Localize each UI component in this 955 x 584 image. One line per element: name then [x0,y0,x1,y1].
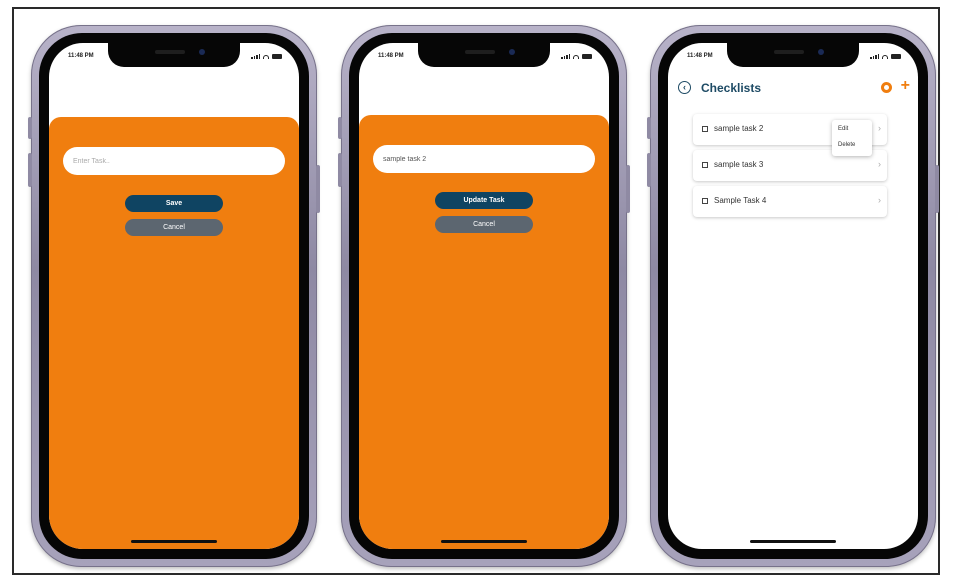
battery-icon [582,54,592,59]
checkbox-icon[interactable] [702,198,708,204]
mute-switch [338,117,342,139]
power-button [316,165,320,213]
phone-add-task: 11:48 PM Save Cancel [28,25,320,567]
task-input[interactable] [373,145,595,173]
checkbox-icon[interactable] [702,162,708,168]
status-time: 11:48 PM [68,53,94,59]
battery-icon [891,54,901,59]
task-label: sample task 3 [714,160,764,169]
notch [108,43,240,67]
signal-icon [561,54,570,59]
notch [727,43,859,67]
phone-screen: 11:48 PM ‹ Checklists + sample task 2 › … [668,43,918,549]
update-task-button[interactable]: Update Task [435,192,533,209]
phone-screen: 11:48 PM Update Task Cancel [359,43,609,549]
status-icons [251,54,282,59]
wifi-icon [882,54,888,59]
notch [418,43,550,67]
signal-icon [251,54,260,59]
wifi-icon [573,54,579,59]
signal-icon [870,54,879,59]
chevron-right-icon: › [878,123,881,133]
sync-icon[interactable] [881,82,892,93]
context-menu: Edit Delete [832,120,872,156]
back-circle-icon[interactable]: ‹ [678,81,691,94]
task-label: Sample Task 4 [714,196,767,205]
status-time: 11:48 PM [378,53,404,59]
cancel-button[interactable]: Cancel [435,216,533,233]
status-icons [561,54,592,59]
plus-icon[interactable]: + [901,77,910,95]
mute-switch [28,117,32,139]
volume-up-button [338,153,342,187]
power-button [626,165,630,213]
mute-switch [647,117,651,139]
home-indicator [131,540,217,543]
volume-up-button [647,153,651,187]
menu-item-delete[interactable]: Delete [838,142,855,148]
wifi-icon [263,54,269,59]
add-task-sheet: Save Cancel [49,117,299,549]
phone-checklists: 11:48 PM ‹ Checklists + sample task 2 › … [647,25,939,567]
phone-update-task: 11:48 PM Update Task Cancel [338,25,630,567]
status-time: 11:48 PM [687,53,713,59]
cancel-button[interactable]: Cancel [125,219,223,236]
page-title: Checklists [701,81,762,95]
checkbox-icon[interactable] [702,126,708,132]
task-card[interactable]: Sample Task 4 › [693,186,887,217]
volume-up-button [28,153,32,187]
update-task-sheet: Update Task Cancel [359,115,609,549]
chevron-right-icon: › [878,159,881,169]
home-indicator [750,540,836,543]
power-button [935,165,939,213]
home-indicator [441,540,527,543]
save-button[interactable]: Save [125,195,223,212]
phone-screen: 11:48 PM Save Cancel [49,43,299,549]
menu-item-edit[interactable]: Edit [838,126,848,132]
task-input[interactable] [63,147,285,175]
task-label: sample task 2 [714,124,764,133]
battery-icon [272,54,282,59]
status-icons [870,54,901,59]
nav-bar: ‹ Checklists + [668,77,918,100]
chevron-right-icon: › [878,195,881,205]
